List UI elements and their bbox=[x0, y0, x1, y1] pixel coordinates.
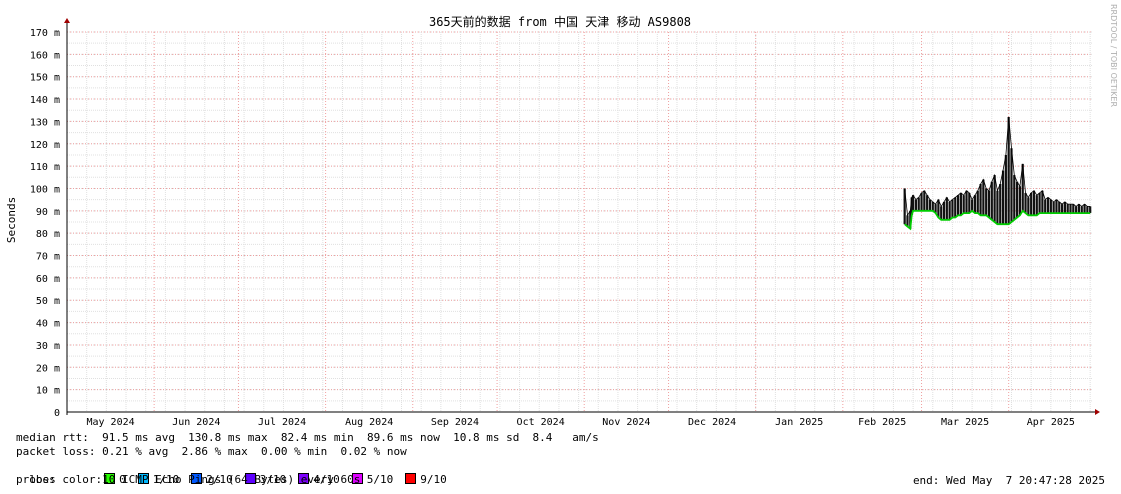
x-tick-label: Jun 2024 bbox=[172, 417, 220, 428]
x-tick-label: Sep 2024 bbox=[431, 417, 479, 428]
y-tick-label: 150 m bbox=[30, 73, 60, 84]
loss-legend-item: 9/10 bbox=[403, 473, 447, 486]
y-tick-label: 120 m bbox=[30, 140, 60, 151]
loss-color-swatch bbox=[405, 473, 417, 484]
y-tick-label: 160 m bbox=[30, 50, 60, 61]
x-tick-label: Feb 2025 bbox=[858, 417, 906, 428]
y-tick-label: 10 m bbox=[36, 386, 60, 397]
x-tick-label: Apr 2025 bbox=[1027, 417, 1075, 428]
end-timestamp: end: Wed May 7 20:47:28 2025 bbox=[912, 474, 1105, 487]
y-tick-label: 70 m bbox=[36, 252, 60, 263]
y-axis: 0 10 m 20 m 30 m 40 m 50 m 60 m 70 m 80 m 90 m 100… bbox=[30, 18, 70, 419]
y-axis-label: Seconds bbox=[5, 197, 18, 243]
x-tick-label: Jul 2024 bbox=[258, 417, 306, 428]
x-tick-label: Oct 2024 bbox=[517, 417, 565, 428]
x-tick-label: May 2024 bbox=[86, 417, 134, 428]
chart-canvas: 0 10 m 20 m 30 m 40 m 50 m 60 m 70 m 80 m 90 m 100… bbox=[5, 14, 1100, 428]
packet-loss-stats: packet loss: 0.21 % avg 2.86 % max 0.00 … bbox=[16, 445, 407, 458]
y-axis-arrow bbox=[64, 18, 70, 23]
chart-grid bbox=[66, 31, 1093, 413]
y-tick-label: 170 m bbox=[30, 28, 60, 39]
x-axis: May 2024 Jun 2024 Jul 2024 Aug 2024 Sep 2024… bbox=[67, 409, 1100, 428]
y-tick-label: 90 m bbox=[36, 207, 60, 218]
y-tick-label: 140 m bbox=[30, 95, 60, 106]
x-tick-label: Nov 2024 bbox=[602, 417, 650, 428]
rrdtool-watermark: RRDTOOL / TOBI OETIKER bbox=[1109, 4, 1118, 108]
loss-legend-label: 9/10 bbox=[420, 473, 447, 486]
y-tick-label: 100 m bbox=[30, 184, 60, 195]
y-tick-label: 130 m bbox=[30, 117, 60, 128]
y-tick-label: 30 m bbox=[36, 341, 60, 352]
loss-legend-label: 5/10 bbox=[366, 473, 394, 486]
y-tick-label: 40 m bbox=[36, 319, 60, 330]
x-tick-label: Mar 2025 bbox=[941, 417, 989, 428]
y-tick-label: 20 m bbox=[36, 363, 60, 374]
x-tick-label: Jan 2025 bbox=[775, 417, 823, 428]
y-tick-label: 50 m bbox=[36, 296, 60, 307]
x-tick-label: Aug 2024 bbox=[345, 417, 393, 428]
y-tick-label: 80 m bbox=[36, 229, 60, 240]
x-tick-label: Dec 2024 bbox=[688, 417, 736, 428]
y-tick-label: 110 m bbox=[30, 162, 60, 173]
y-tick-label: 60 m bbox=[36, 274, 60, 285]
median-rtt-stats: median rtt: 91.5 ms avg 130.8 ms max 82.… bbox=[16, 431, 599, 444]
x-axis-arrow bbox=[1095, 409, 1100, 415]
probe-info: probe: 10 ICMP Echo Pings (64 Bytes) eve… bbox=[16, 473, 361, 486]
chart-title: 365天前的数据 from 中国 天津 移动 AS9808 bbox=[429, 14, 691, 29]
y-tick-label: 0 bbox=[54, 408, 60, 419]
